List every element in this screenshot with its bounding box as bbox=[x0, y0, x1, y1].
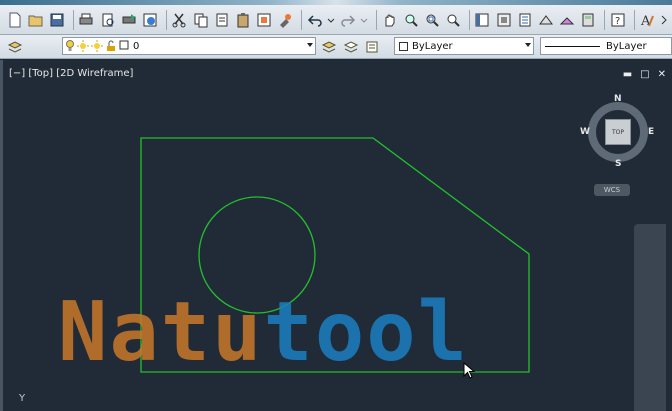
help-icon[interactable]: ? bbox=[609, 11, 626, 29]
chevron-down-icon[interactable] bbox=[360, 11, 368, 29]
redo-icon[interactable] bbox=[339, 11, 356, 29]
color-dropdown[interactable]: ByLayer bbox=[394, 37, 534, 55]
toolbar-separator bbox=[469, 9, 470, 30]
color-swatch bbox=[119, 40, 129, 50]
compass-west[interactable]: W bbox=[580, 127, 590, 137]
toolbar-separator bbox=[376, 9, 377, 30]
paste-icon[interactable] bbox=[234, 11, 251, 29]
zoom-previous-icon[interactable] bbox=[444, 11, 461, 29]
layer-previous-icon[interactable] bbox=[342, 38, 360, 56]
make-current-icon[interactable] bbox=[320, 38, 338, 56]
properties-icon[interactable] bbox=[474, 11, 491, 29]
zoom-realtime-icon[interactable] bbox=[402, 11, 419, 29]
layer-name: 0 bbox=[133, 40, 140, 52]
linetype-value: ByLayer bbox=[606, 40, 647, 52]
watermark-part-1: Natu bbox=[58, 285, 264, 380]
markup-icon[interactable] bbox=[558, 11, 575, 29]
wcs-menu-button[interactable]: WCS bbox=[594, 184, 630, 196]
sheet-set-icon[interactable] bbox=[537, 11, 554, 29]
paste-block-icon[interactable] bbox=[255, 11, 272, 29]
navigation-bar[interactable] bbox=[634, 224, 666, 411]
plot-preview-icon[interactable] bbox=[99, 11, 116, 29]
toolbar-separator bbox=[634, 9, 635, 30]
chevron-right-icon[interactable] bbox=[660, 11, 668, 29]
compass-east[interactable]: E bbox=[648, 127, 654, 137]
sun-icon[interactable] bbox=[91, 40, 103, 52]
linetype-preview bbox=[545, 45, 600, 47]
matchprop-icon[interactable] bbox=[276, 11, 293, 29]
viewcube-top-face[interactable]: TOP bbox=[605, 119, 631, 145]
bulb-icon[interactable] bbox=[65, 40, 75, 52]
publish-icon[interactable] bbox=[120, 11, 137, 29]
cut-icon[interactable] bbox=[171, 11, 188, 29]
watermark-part-2: tool bbox=[263, 285, 469, 380]
save-icon[interactable] bbox=[48, 11, 65, 29]
chevron-down-icon[interactable] bbox=[307, 43, 313, 47]
color-swatch bbox=[399, 41, 408, 51]
layer-state-icon[interactable] bbox=[364, 38, 382, 56]
toolbar-separator bbox=[166, 9, 167, 30]
watermark: Natutool bbox=[58, 292, 469, 374]
design-center-icon[interactable] bbox=[495, 11, 512, 29]
standard-toolbar: ? A bbox=[0, 5, 672, 35]
layer-manager-icon[interactable] bbox=[6, 38, 24, 56]
copy-basepoint-icon[interactable] bbox=[213, 11, 230, 29]
plot-icon[interactable] bbox=[78, 11, 95, 29]
unlock-icon[interactable] bbox=[105, 40, 117, 52]
pan-icon[interactable] bbox=[381, 11, 398, 29]
toolbar-separator bbox=[604, 9, 606, 30]
sun-icon[interactable] bbox=[77, 40, 89, 52]
zoom-window-icon[interactable] bbox=[423, 11, 440, 29]
copy-icon[interactable] bbox=[192, 11, 209, 29]
chevron-down-icon[interactable] bbox=[525, 43, 531, 47]
undo-icon[interactable] bbox=[306, 11, 323, 29]
tool-palettes-icon[interactable] bbox=[516, 11, 533, 29]
color-value: ByLayer bbox=[412, 40, 453, 52]
compass-south[interactable]: S bbox=[615, 159, 621, 169]
svg-text:?: ? bbox=[615, 16, 620, 27]
linetype-dropdown[interactable]: ByLayer bbox=[540, 37, 672, 55]
toolbar-separator bbox=[301, 9, 303, 30]
quickcalc-icon[interactable] bbox=[579, 11, 596, 29]
viewcube[interactable]: TOP N S E W bbox=[580, 94, 656, 170]
mouse-cursor-icon bbox=[463, 362, 476, 379]
layer-dropdown[interactable]: 0 bbox=[62, 37, 316, 55]
toolbar-separator bbox=[73, 9, 74, 30]
text-style-icon[interactable]: A bbox=[639, 11, 656, 29]
3d-dwf-icon[interactable] bbox=[141, 11, 158, 29]
ucs-y-axis-label: Y bbox=[19, 393, 26, 404]
chevron-down-icon[interactable] bbox=[327, 11, 335, 29]
compass-north[interactable]: N bbox=[614, 94, 622, 104]
open-icon[interactable] bbox=[27, 11, 44, 29]
new-icon[interactable] bbox=[6, 11, 23, 29]
